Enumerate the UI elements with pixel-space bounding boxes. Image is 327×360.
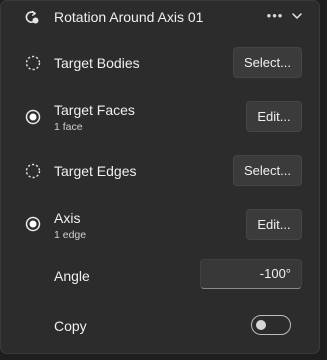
axis-edge-count: 1 edge [54, 229, 87, 241]
target-faces-count: 1 face [54, 121, 83, 133]
target-edges-select-button[interactable]: Select... [233, 155, 302, 186]
target-faces-radio-selected-icon[interactable] [25, 109, 41, 125]
target-bodies-row: Target Bodies Select... [1, 45, 319, 81]
axis-row: Axis 1 edge Edit... [1, 204, 319, 246]
axis-label: Axis [54, 210, 81, 226]
more-options-button[interactable]: ••• [266, 7, 284, 25]
angle-label: Angle [54, 268, 90, 284]
target-bodies-select-button[interactable]: Select... [233, 47, 302, 78]
target-faces-label: Target Faces [54, 102, 135, 118]
panel-title: Rotation Around Axis 01 [54, 9, 204, 25]
target-bodies-label: Target Bodies [54, 55, 140, 71]
target-faces-row: Target Faces 1 face Edit... [1, 97, 319, 139]
copy-toggle[interactable] [251, 315, 291, 335]
rotation-around-axis-panel: Rotation Around Axis 01 ••• Target Bodie… [0, 0, 320, 354]
axis-radio-selected-icon[interactable] [25, 216, 41, 232]
target-edges-row: Target Edges Select... [1, 153, 319, 189]
chevron-down-icon[interactable] [289, 8, 305, 24]
angle-input[interactable]: -100° [200, 259, 302, 289]
panel-header: Rotation Around Axis 01 ••• [1, 1, 319, 31]
toggle-knob [256, 320, 266, 330]
axis-edit-button[interactable]: Edit... [246, 209, 302, 240]
copy-label: Copy [54, 318, 87, 334]
target-edges-label: Target Edges [54, 163, 137, 179]
target-faces-edit-button[interactable]: Edit... [246, 101, 302, 132]
target-bodies-radio-unselected-icon[interactable] [25, 55, 41, 71]
rotate-axis-icon [25, 10, 39, 24]
target-edges-radio-unselected-icon[interactable] [25, 163, 41, 179]
